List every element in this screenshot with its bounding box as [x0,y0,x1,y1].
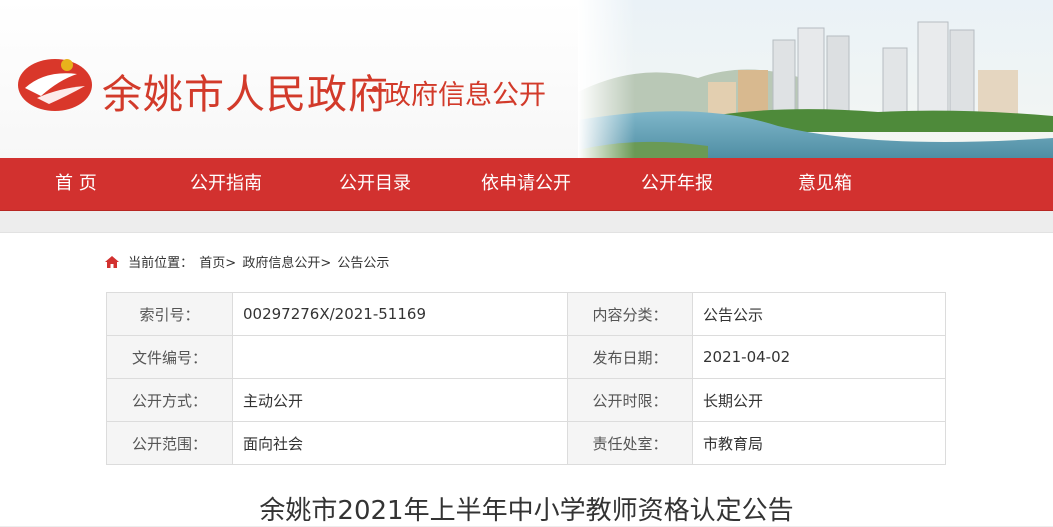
meta-key-scope: 公开范围： [106,421,233,465]
nav-guide[interactable]: 公开指南 [190,158,262,210]
nav-home[interactable]: 首 页 [55,158,97,210]
meta-key-period: 公开时限： [567,378,693,422]
home-icon [105,256,119,268]
table-row: 索引号： 00297276X/2021-51169 内容分类： 公告公示 [106,292,946,336]
site-header: 余姚市人民政府 政府信息公开 [0,0,1053,158]
meta-value-dept: 市教育局 [692,421,946,465]
breadcrumb-home[interactable]: 首页> [199,256,236,271]
meta-key-category: 内容分类： [567,292,693,336]
article-title: 余姚市2021年上半年中小学教师资格认定公告 [259,496,794,526]
meta-key-dept: 责任处室： [567,421,693,465]
document-meta-table: 索引号： 00297276X/2021-51169 内容分类： 公告公示 文件编… [106,292,946,465]
meta-key-date: 发布日期： [567,335,693,379]
city-skyline-banner [578,0,1053,158]
meta-value-date: 2021-04-02 [692,335,946,379]
meta-key-file-no: 文件编号： [106,335,233,379]
table-row: 文件编号： 发布日期： 2021-04-02 [106,335,946,379]
breadcrumb-current[interactable]: 公告公示 [337,256,389,271]
meta-key-method: 公开方式： [106,378,233,422]
meta-value-index: 00297276X/2021-51169 [232,292,568,336]
meta-value-period: 长期公开 [692,378,946,422]
nav-feedback[interactable]: 意见箱 [798,158,852,210]
meta-value-file-no [232,335,568,379]
nav-on-request[interactable]: 依申请公开 [481,158,571,210]
site-subtitle: 政府信息公开 [384,80,546,111]
breadcrumb: 当前位置： 首页> 政府信息公开> 公告公示 [105,252,391,271]
meta-value-scope: 面向社会 [232,421,568,465]
meta-key-index: 索引号： [106,292,233,336]
city-logo-icon[interactable] [15,52,95,114]
breadcrumb-prefix: 当前位置： [128,256,194,271]
title-separator-dot [372,86,378,92]
meta-value-method: 主动公开 [232,378,568,422]
table-row: 公开范围： 面向社会 责任处室： 市教育局 [106,421,946,465]
nav-catalog[interactable]: 公开目录 [339,158,411,210]
site-name[interactable]: 余姚市人民政府 [102,62,389,120]
breadcrumb-info-open[interactable]: 政府信息公开> [242,256,331,271]
table-row: 公开方式： 主动公开 公开时限： 长期公开 [106,378,946,422]
meta-value-category: 公告公示 [692,292,946,336]
nav-annual-report[interactable]: 公开年报 [641,158,713,210]
main-nav: 首 页 公开指南 公开目录 依申请公开 公开年报 意见箱 [0,158,1053,211]
